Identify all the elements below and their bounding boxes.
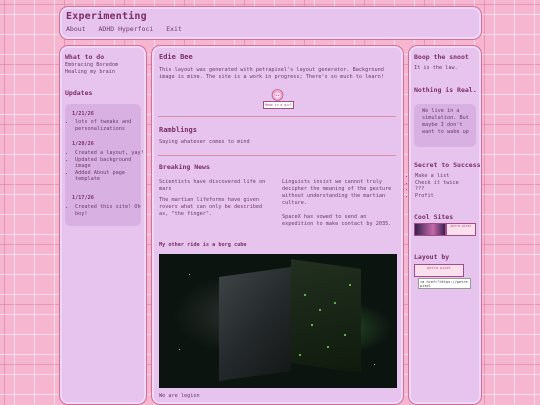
news-left-2: The martian lifeforms have given rovers … [159,197,263,217]
cube-face-left [219,266,291,382]
layout-code-text: <a href="https://petrapixel [420,279,468,288]
what-line-2: Healing my brain [65,69,115,75]
borg-cube-image [159,254,397,388]
made-badge-label: Made in a girl [263,101,294,109]
right-sidebar: Boop the snoot It is the law. Nothing is… [408,45,482,405]
secret-item: Profit [415,193,459,200]
update-item: Created a layout, yay! [75,150,145,157]
photo-caption: We are legion [159,393,200,399]
update-item: lots of tweaks and personalizations [75,119,145,132]
update-item: Created this site! Oh boy! [75,204,145,217]
top-nav: About ADHD Hyperfoci Exit [66,25,191,33]
site-title: Experimenting [66,11,147,22]
cool-heading: Cool Sites [414,213,454,221]
divider [158,155,396,156]
layout-by-stamp[interactable]: petra pixel [414,264,464,277]
updates-heading: Updates [65,89,93,97]
cool-site-stamp-2-label: petra pixel [450,224,472,228]
update-list: Created a layout, yay! Updated backgroun… [67,150,145,183]
update-item: Updated background image [75,157,145,170]
cube-face-right [291,259,361,373]
boop-text: It is the law. [414,65,458,71]
secret-list: Make a list Check it twice ??? Profit [407,173,459,199]
cool-site-stamp-2[interactable]: petra pixel [446,223,476,236]
real-quote-box: We live in a simulation. But maybe I don… [414,104,476,147]
page-heading: Edie Bee [159,53,193,61]
ramblings-heading: Ramblings [159,126,197,134]
made-badge[interactable]: Made in a girl [263,89,294,109]
update-date: 1/17/26 [72,195,94,201]
boop-heading: Boop the snoot [414,53,469,61]
updates-box: 1/21/26 lots of tweaks and personalizati… [65,104,144,226]
news-right-2: SpaceX has vowed to send an expedition t… [282,214,392,227]
what-line-1: Embracing Boredom [65,62,119,68]
ramblings-text: Saying whatever comes to mind [159,139,250,145]
update-list: lots of tweaks and personalizations [67,119,145,132]
cool-site-stamp-1[interactable] [414,223,446,236]
update-date: 1/20/26 [72,141,94,147]
photo-heading: My other ride is a borg cube [159,242,247,248]
update-date: 1/21/26 [72,111,94,117]
nav-adhd-hyperfoci[interactable]: ADHD Hyperfoci [99,25,154,33]
news-heading: Breaking News [159,163,210,171]
divider [158,116,396,117]
intro-text: This layout was generated with petrapixe… [159,67,384,80]
layout-heading: Layout by [414,253,450,261]
left-sidebar: What to do Embracing Boredom Healing my … [59,45,147,405]
what-heading: What to do [65,53,105,61]
layout-by-stamp-label: petra pixel [427,266,451,270]
news-right-1: Linguists insist we cannot truly deciphe… [282,179,392,206]
update-item: Added About page template [75,170,145,183]
real-quote: We live in a simulation. But maybe I don… [422,108,469,135]
girl-icon [271,89,284,101]
real-heading: Nothing is Real. [414,86,477,94]
nav-about[interactable]: About [66,25,86,33]
layout-code-box[interactable]: <a href="https://petrapixel [418,278,471,289]
update-list: Created this site! Oh boy! [67,204,145,217]
main-content: Edie Bee This layout was generated with … [151,45,404,405]
header: Experimenting About ADHD Hyperfoci Exit [59,6,482,40]
secret-heading: Secret to Success [414,161,481,169]
nav-exit[interactable]: Exit [166,25,182,33]
news-left-1: Scientists have discovered life on mars [159,179,266,192]
